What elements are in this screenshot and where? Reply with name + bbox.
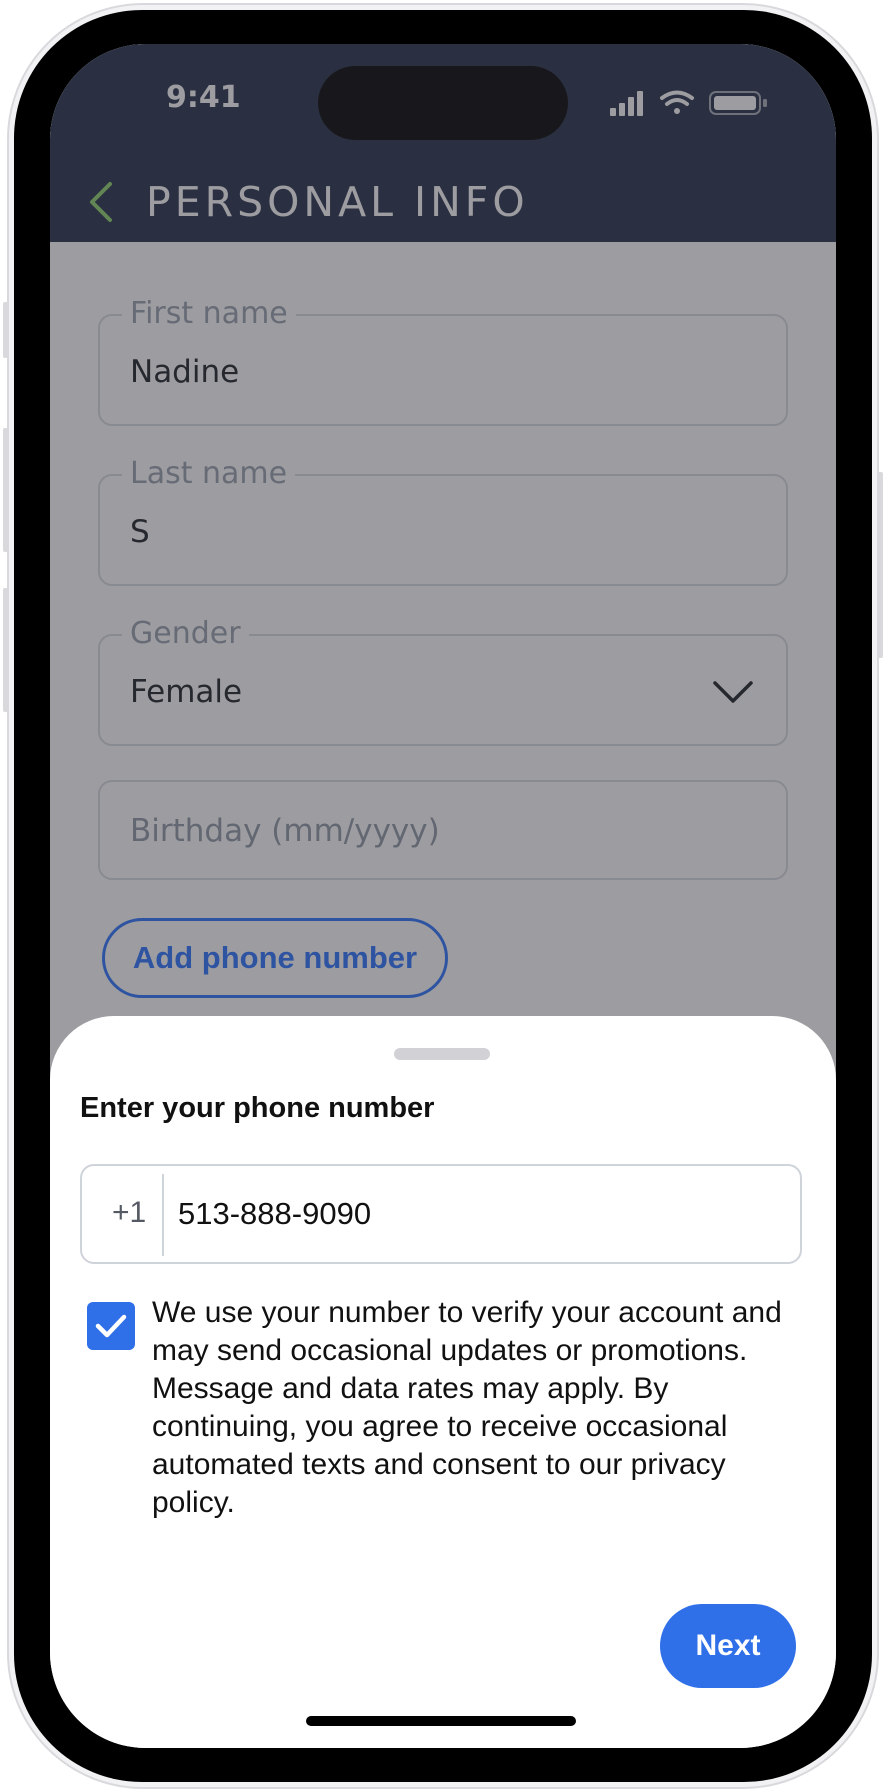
checkmark-icon [95, 1314, 127, 1338]
country-code-divider [162, 1174, 164, 1256]
next-button[interactable]: Next [660, 1604, 796, 1688]
volume-up-button [3, 428, 9, 552]
phone-number-input[interactable] [178, 1184, 778, 1244]
consent-checkbox[interactable] [87, 1302, 135, 1350]
phone-number-sheet: Enter your phone number +1 We use your n… [50, 1016, 836, 1748]
phone-number-field[interactable]: +1 [80, 1164, 802, 1264]
mute-switch [3, 302, 9, 358]
home-indicator [306, 1716, 576, 1726]
country-code[interactable]: +1 [112, 1196, 146, 1230]
volume-down-button [3, 588, 9, 712]
screen: 9:41 PERSONAL INFO First name Nadine Las… [50, 44, 836, 1748]
consent-text: We use your number to verify your accoun… [152, 1296, 782, 1519]
power-button [877, 472, 883, 658]
sheet-grabber[interactable] [394, 1048, 490, 1060]
sheet-title: Enter your phone number [80, 1092, 435, 1124]
